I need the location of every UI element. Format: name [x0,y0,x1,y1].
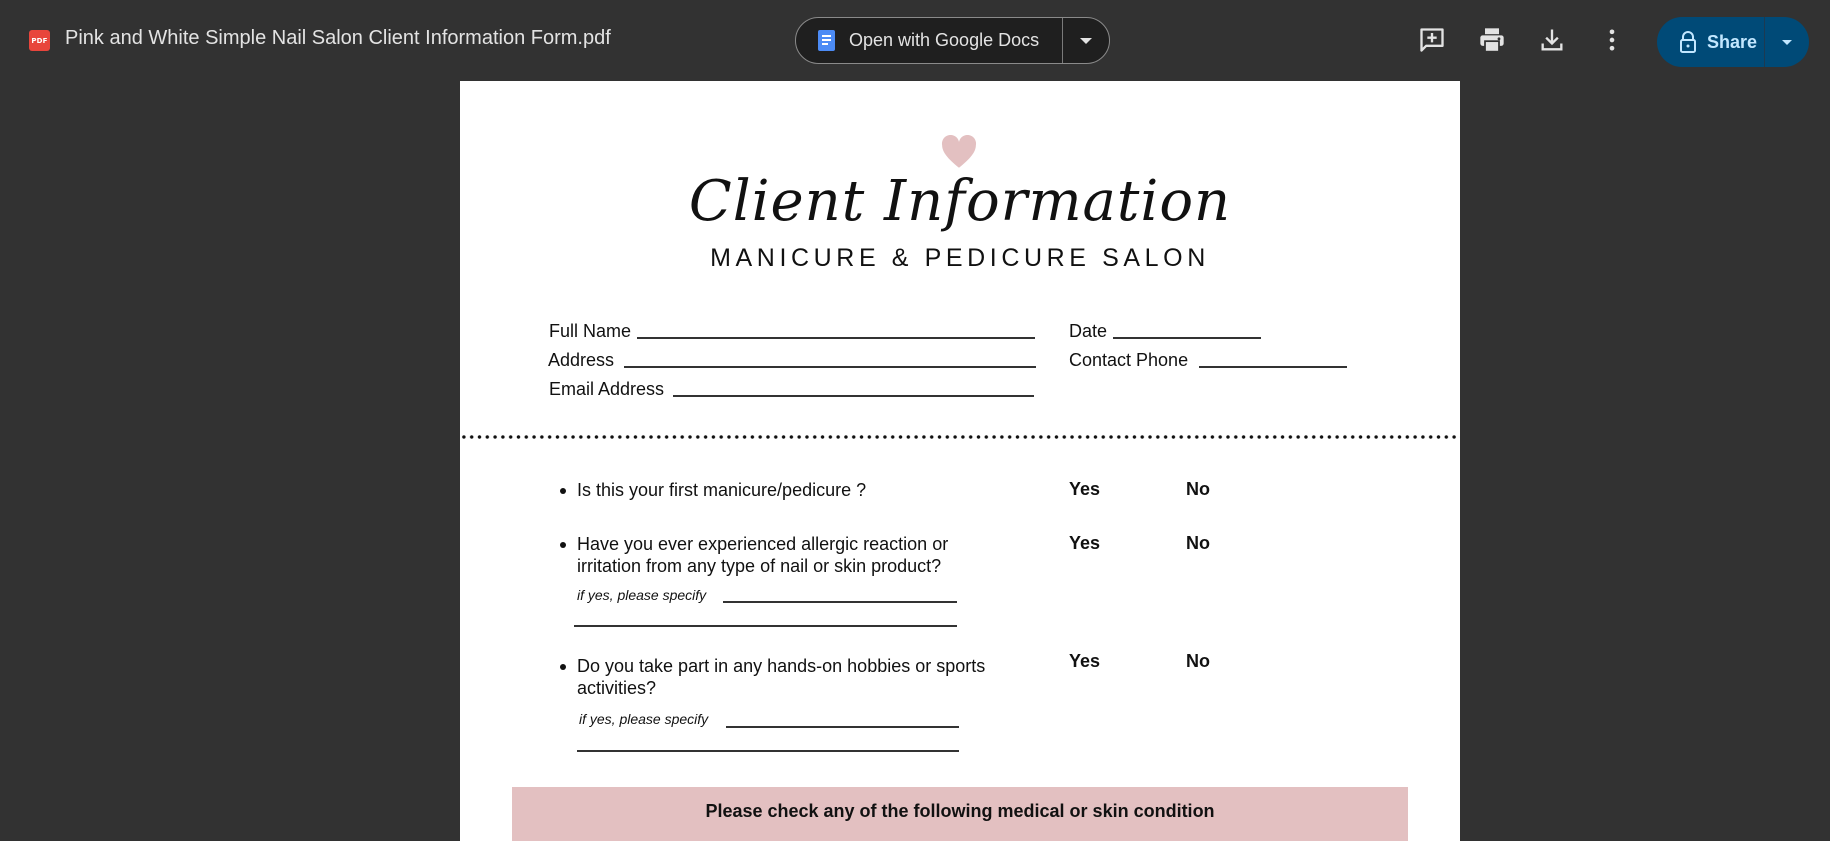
add-comment-icon [1420,28,1444,52]
more-options-button[interactable] [1597,25,1627,55]
file-title: Pink and White Simple Nail Salon Client … [65,27,611,49]
pdf-file-icon: PDF [29,30,50,51]
question-3-specify-label: if yes, please specify [579,711,709,727]
open-with-control: Open with Google Docs [795,17,1110,64]
download-icon [1541,29,1563,51]
field-label: Contact Phone [1069,350,1189,370]
open-with-google-docs-button[interactable]: Open with Google Docs [796,18,1063,63]
field-date[interactable]: Date [1069,321,1262,342]
question-2-specify-line[interactable] [723,601,957,603]
share-label: Share [1707,31,1758,52]
field-line [637,337,1036,339]
field-full-name[interactable]: Full Name [549,321,1036,342]
bullet-icon [560,542,566,548]
open-with-dropdown-button[interactable] [1063,18,1109,63]
field-line [1113,337,1262,339]
medical-conditions-banner: Please check any of the following medica… [512,787,1408,841]
question-line: activities? [577,678,657,698]
question-line: irritation from any type of nail or skin… [577,556,942,576]
dotted-divider [460,434,1460,440]
question-3-yes[interactable]: Yes [1069,651,1100,672]
field-contact-phone[interactable]: Contact Phone [1069,350,1348,371]
question-1: Is this your first manicure/pedicure ? [577,479,866,501]
chevron-down-icon [1080,37,1092,44]
open-with-label: Open with Google Docs [849,30,1040,50]
download-button[interactable] [1537,25,1567,55]
field-line [624,366,1037,368]
pdf-page: Client Information MANICURE & PEDICURE S… [460,81,1460,841]
bullet-icon [560,664,566,670]
field-label: Email Address [549,379,665,399]
field-line [673,395,1035,397]
banner-text: Please check any of the following medica… [705,801,1215,821]
field-address[interactable]: Address [548,350,1037,371]
print-button[interactable] [1477,25,1507,55]
question-3: Do you take part in any hands-on hobbies… [577,655,985,699]
field-label: Full Name [549,321,632,341]
google-docs-icon [818,30,835,51]
chevron-down-icon [1782,39,1792,45]
question-2-no[interactable]: No [1186,533,1210,554]
document-subtitle: MANICURE & PEDICURE SALON [710,244,1210,272]
question-2-yes[interactable]: Yes [1069,533,1100,554]
print-icon [1480,28,1504,53]
document-script-title: Client Information [688,169,1232,234]
bullet-icon [560,488,566,494]
more-vert-icon [1609,29,1615,51]
question-2-specify-line-2[interactable] [574,625,957,627]
share-control: Share [1657,17,1809,67]
question-1-yes[interactable]: Yes [1069,479,1100,500]
field-line [1199,366,1348,368]
question-line: Do you take part in any hands-on hobbies… [577,656,986,676]
add-comment-button[interactable] [1417,25,1447,55]
field-email-address[interactable]: Email Address [549,379,1035,400]
field-label: Address [548,350,615,370]
share-dropdown-button[interactable] [1765,17,1809,67]
heart-icon [941,135,977,168]
question-1-no[interactable]: No [1186,479,1210,500]
question-2-specify-label: if yes, please specify [577,587,707,603]
question-3-specify-line[interactable] [726,726,959,728]
question-line: Is this your first manicure/pedicure ? [577,480,867,500]
question-2: Have you ever experienced allergic react… [577,533,948,577]
viewer-toolbar: PDF Pink and White Simple Nail Salon Cli… [0,0,1830,81]
lock-icon [1680,31,1696,53]
question-3-specify-line-2[interactable] [577,750,959,752]
field-label: Date [1069,321,1108,341]
share-button[interactable]: Share [1657,17,1765,67]
question-3-no[interactable]: No [1186,651,1210,672]
question-line: Have you ever experienced allergic react… [577,534,949,554]
